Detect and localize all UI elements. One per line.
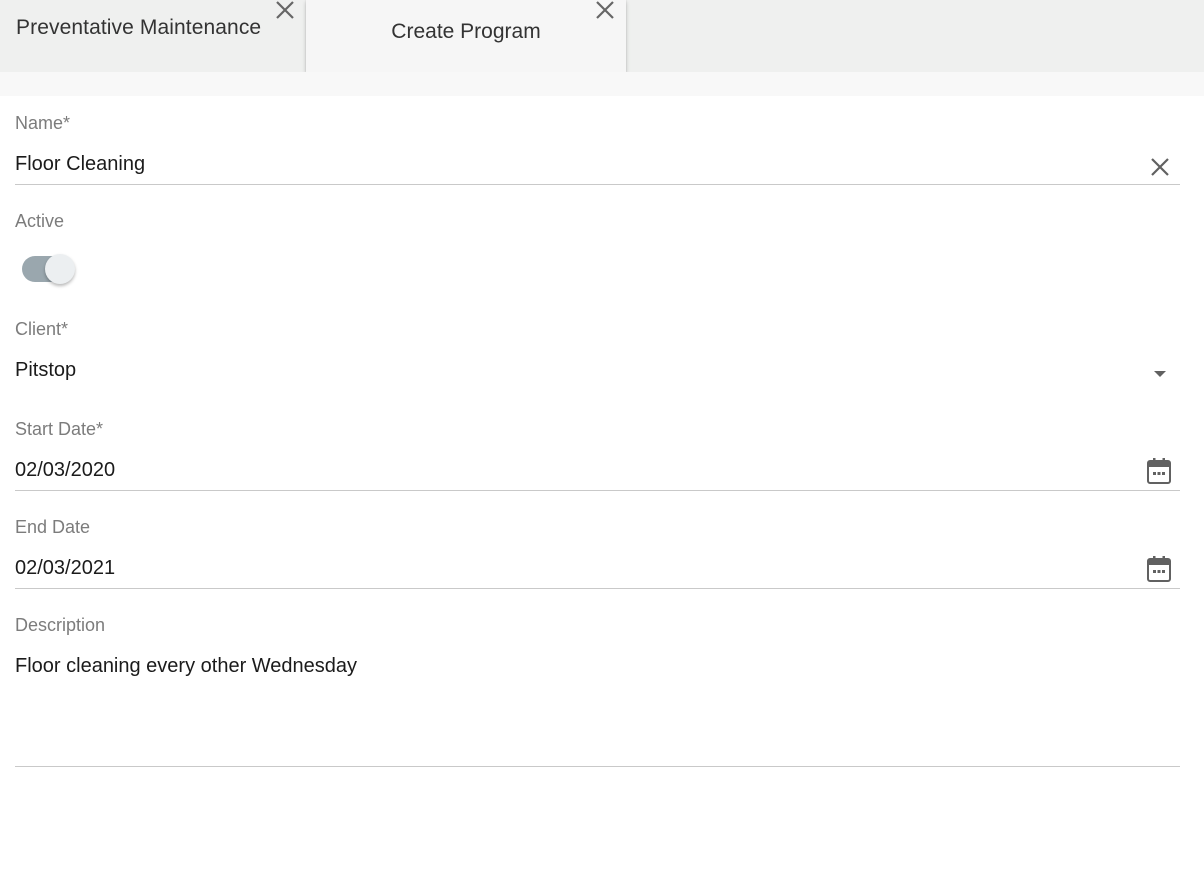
tab-create-program[interactable]: Create Program bbox=[306, 0, 626, 72]
close-icon[interactable] bbox=[594, 0, 616, 21]
tab-bar: Preventative Maintenance Create Program bbox=[0, 0, 1204, 72]
description-field: Description Floor cleaning every other W… bbox=[15, 96, 1180, 776]
tab-label: Preventative Maintenance bbox=[16, 16, 262, 39]
tab-label: Create Program bbox=[391, 20, 541, 43]
description-underline bbox=[15, 766, 1180, 767]
description-label: Description bbox=[15, 615, 106, 635]
tab-content-header bbox=[0, 72, 1204, 96]
description-textarea[interactable]: Floor cleaning every other Wednesday bbox=[15, 655, 357, 678]
tab-preventative-maintenance[interactable]: Preventative Maintenance bbox=[0, 0, 304, 72]
close-icon[interactable] bbox=[274, 0, 296, 21]
